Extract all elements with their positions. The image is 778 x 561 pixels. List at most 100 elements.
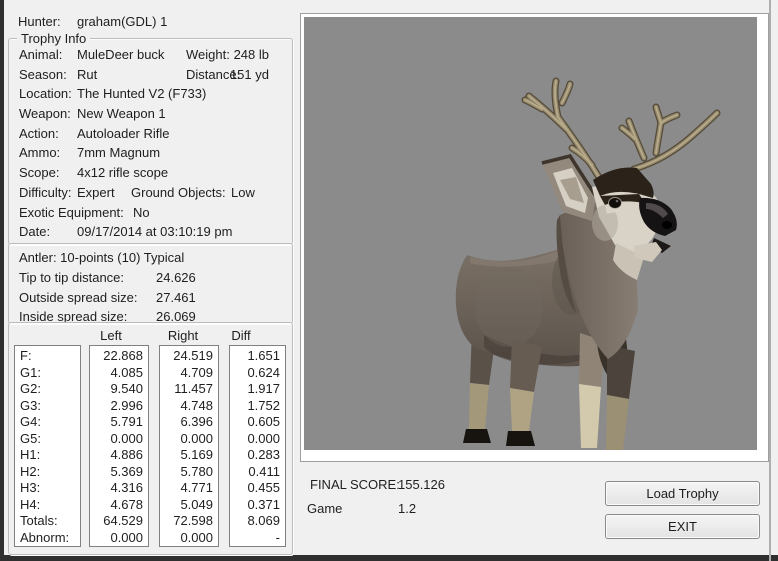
game-version-label: Game [307, 501, 342, 516]
trophy-window: Hunter: graham(GDL) 1 Trophy Info Animal… [0, 0, 778, 561]
row-label: H4: [15, 497, 80, 514]
trophy-field-row: Exotic Equipment: No [9, 205, 292, 225]
measurement-value: 24.626 [156, 270, 196, 285]
antler-type-line: Antler: 10-points (10) Typical [19, 250, 184, 265]
row-label: H2: [15, 464, 80, 481]
field-value: Rut [77, 67, 97, 82]
row-label: Abnorm: [15, 530, 80, 547]
column-header-left: Left [81, 328, 141, 343]
row-label: H1: [15, 447, 80, 464]
field-label: Action: [19, 126, 59, 141]
field-label: Ammo: [19, 145, 60, 160]
antler-measurements: Tip to tip distance: 24.626 Outside spread… [9, 270, 292, 329]
antler-groupbox: Antler: 10-points (10) Typical Tip to ti… [8, 243, 293, 324]
diff-value: - [230, 530, 285, 547]
field-value: 7mm Magnum [77, 145, 160, 160]
row-label: F: [15, 348, 80, 365]
deer-render [304, 17, 757, 450]
field-value: No [133, 205, 150, 220]
hunter-label: Hunter: [18, 14, 61, 29]
field-label: Weapon: [19, 106, 71, 121]
diff-value: 0.605 [230, 414, 285, 431]
load-trophy-button[interactable]: Load Trophy [605, 481, 760, 506]
diff-value: 0.624 [230, 365, 285, 382]
field-value: 09/17/2014 at 03:10:19 pm [77, 224, 232, 239]
column-header-right: Right [153, 328, 213, 343]
hunter-value: graham(GDL) 1 [77, 14, 167, 29]
trophy-3d-render-area [304, 17, 757, 450]
trophy-field-row: Action: Autoloader Rifle [9, 126, 292, 146]
left-value: 5.369 [90, 464, 148, 481]
field-label: Exotic Equipment: [19, 205, 124, 220]
diff-value: 0.000 [230, 431, 285, 448]
right-value: 5.049 [160, 497, 218, 514]
right-value: 0.000 [160, 431, 218, 448]
right-value: 11.457 [160, 381, 218, 398]
diff-value: 1.917 [230, 381, 285, 398]
trophy-field-row: Ammo: 7mm Magnum [9, 145, 292, 165]
left-values-box: 22.8684.0859.5402.9965.7910.0004.8865.36… [89, 345, 149, 547]
antler-measurement-row: Tip to tip distance: 24.626 [9, 270, 292, 290]
trophy-field-row: Weapon: New Weapon 1 [9, 106, 292, 126]
measurement-label: Outside spread size: [19, 290, 138, 305]
field-label: Difficulty: [19, 185, 72, 200]
exit-button-label: EXIT [668, 519, 697, 534]
field-value: Autoloader Rifle [77, 126, 170, 141]
window-frame-bottom [0, 555, 778, 561]
diff-value: 0.283 [230, 447, 285, 464]
trophy-field-row: Location:The Hunted V2 (F733) [9, 86, 292, 106]
column-header-diff: Diff [211, 328, 271, 343]
trophy-field-row: Difficulty:ExpertGround Objects:Low [9, 185, 292, 205]
diff-value: 1.752 [230, 398, 285, 415]
field-label: Location: [19, 86, 72, 101]
right-value: 5.169 [160, 447, 218, 464]
field-label: Animal: [19, 47, 62, 62]
diff-value: 1.651 [230, 348, 285, 365]
right-value: 24.519 [160, 348, 218, 365]
diff-values-box: 1.6510.6241.9171.7520.6050.0000.2830.411… [229, 345, 286, 547]
left-value: 4.886 [90, 447, 148, 464]
final-score-label: FINAL SCORE: [310, 477, 400, 492]
right-value: 4.771 [160, 480, 218, 497]
right-value: 6.396 [160, 414, 218, 431]
trophy-info-title: Trophy Info [17, 31, 90, 46]
field-label: Scope: [19, 165, 59, 180]
trophy-3d-viewport[interactable] [300, 13, 769, 462]
row-label: G5: [15, 431, 80, 448]
right-value: 5.780 [160, 464, 218, 481]
row-label: Totals: [15, 513, 80, 530]
row-label: G1: [15, 365, 80, 382]
row-label: G4: [15, 414, 80, 431]
field-value: New Weapon 1 [77, 106, 166, 121]
load-trophy-button-label: Load Trophy [646, 486, 718, 501]
field-value-2: 151 yd [201, 67, 269, 82]
row-label: G2: [15, 381, 80, 398]
final-score-value: 155.126 [398, 477, 445, 492]
left-value: 0.000 [90, 530, 148, 547]
game-version-value: 1.2 [398, 501, 416, 516]
field-value: 4x12 rifle scope [77, 165, 168, 180]
trophy-info-groupbox: Trophy Info Animal:MuleDeer buckWeight:2… [8, 38, 293, 245]
right-value: 4.748 [160, 398, 218, 415]
measurement-labels-box: F:G1:G2:G3:G4:G5:H1:H2:H3:H4:Totals:Abno… [14, 345, 81, 547]
antler-measurement-row: Outside spread size: 27.461 [9, 290, 292, 310]
left-value: 9.540 [90, 381, 148, 398]
measurement-label: Tip to tip distance: [19, 270, 124, 285]
right-value: 72.598 [160, 513, 218, 530]
exit-button[interactable]: EXIT [605, 514, 760, 539]
field-value: MuleDeer buck [77, 47, 164, 62]
left-value: 5.791 [90, 414, 148, 431]
trophy-info-rows: Animal:MuleDeer buckWeight:248 lbSeason:… [9, 47, 292, 244]
measurement-value: 27.461 [156, 290, 196, 305]
trophy-field-row: Scope: 4x12 rifle scope [9, 165, 292, 185]
field-value: Expert [77, 185, 115, 200]
diff-value: 0.411 [230, 464, 285, 481]
left-value: 4.678 [90, 497, 148, 514]
left-value: 4.085 [90, 365, 148, 382]
diff-value: 0.371 [230, 497, 285, 514]
field-label-2: Ground Objects: [131, 185, 226, 200]
trophy-field-row: Date:09/17/2014 at 03:10:19 pm [9, 224, 292, 244]
right-value: 4.709 [160, 365, 218, 382]
diff-value: 8.069 [230, 513, 285, 530]
right-values-box: 24.5194.70911.4574.7486.3960.0005.1695.7… [159, 345, 219, 547]
